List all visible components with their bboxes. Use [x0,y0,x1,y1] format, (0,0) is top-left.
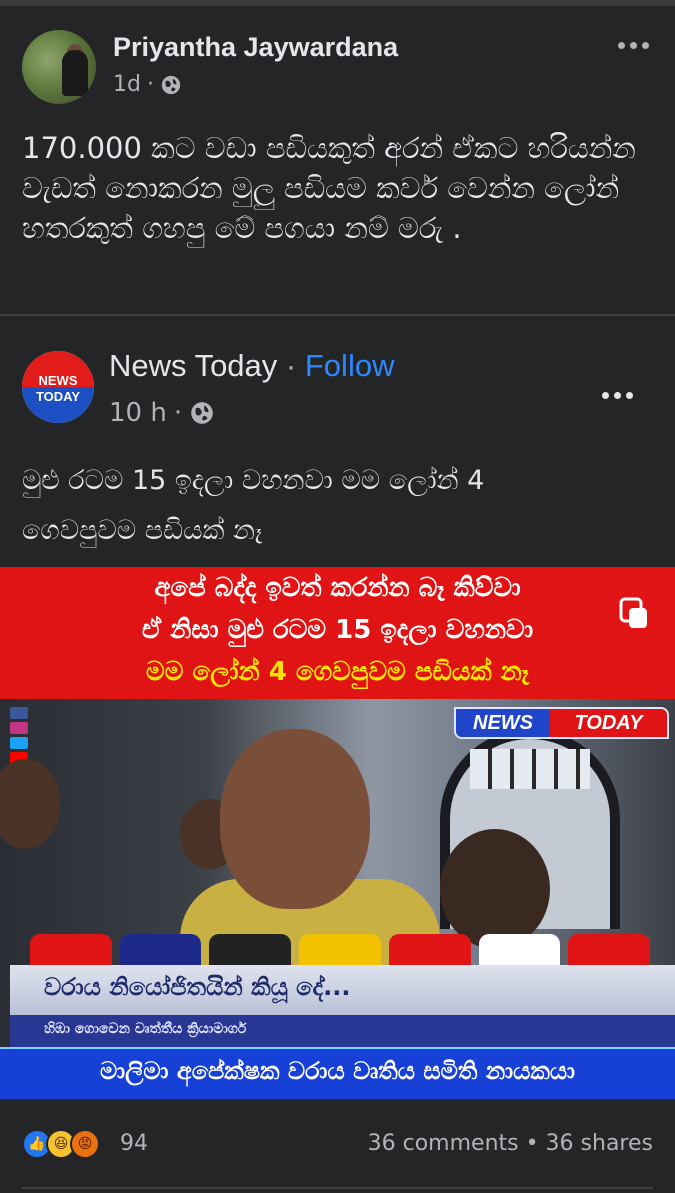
post-header: Priyantha Jaywardana 1d · [22,30,653,106]
copy-icon [619,597,647,628]
channel-logo-news: NEWS [456,709,550,737]
lower-third-caption-text: මාලිමා අපේක්ෂක වරාය වෘතිය සමිති නායකයා [99,1057,576,1085]
post-text: 170.000 කට වඩා පඩියකුත් අරන් ඒකට හරියන්න… [22,131,636,245]
reactions-bar: 👍 😆 😡 94 36 comments • 36 shares [22,1127,653,1163]
post-meta: 1d · [113,72,182,97]
reaction-count[interactable]: 94 [120,1131,148,1156]
image-banner: අපේ බද්ද ඉවත් කරන්න බෑ කිව්වා ඒ නිසා මුළ… [0,567,675,699]
lower-third-subtitle-text: හිඹා ගොවෙන වෘත්තීය ක්‍රියාමාර්ග [44,1021,247,1037]
shared-text-line: ගෙවපුවම පඩියක් නෑ [22,515,263,546]
channel-logo: NEWS TODAY [454,707,669,739]
lower-third-title-text: වරාය නියෝජිතයින් කියූ දේ... [44,973,351,1001]
page-logo[interactable]: NEWS TODAY [22,351,94,423]
post-more-button[interactable] [613,34,653,56]
lower-third-subtitle: හිඹා ගොවෙන වෘත්තීය ක්‍රියාමාර්ග [10,1015,675,1047]
globe-icon [191,402,213,424]
shared-text: මුළු රටම 15 ඉදලා වහනවා මම ලෝන් 4 ගෙවපුවම… [22,456,662,556]
name-separator: · [285,348,297,383]
logo-news-text: NEWS [38,373,78,388]
reaction-icons[interactable]: 👍 😆 😡 [22,1129,100,1159]
channel-logo-today: TODAY [550,709,667,737]
top-divider [0,0,675,6]
shared-meta: 10 h · [109,398,215,428]
banner-line: අපේ බද්ද ඉවත් කරන්න බෑ කිව්වා [154,573,521,603]
follow-button[interactable]: Follow [305,348,395,383]
shared-meta-separator: · [173,398,183,428]
more-icon [617,41,625,49]
page-name[interactable]: News Today [109,348,277,383]
logo-today-text: TODAY [35,389,81,404]
more-icon [601,391,609,399]
meta-separator: · [146,72,154,97]
banner-line: ඒ නිසා මුළු රටම 15 ඉදලා වහනවා [141,615,534,645]
post-image[interactable]: අපේ බද්ද ඉවත් කරන්න බෑ කිව්වා ඒ නිසා මුළ… [0,567,675,1099]
angry-reaction-icon: 😡 [70,1129,100,1159]
post-time[interactable]: 1d [113,72,141,97]
banner-line: මම ලෝන් 4 ගෙවපුවම පඩියක් නෑ [146,657,529,687]
image-scene: NEWS TODAY වරාය නියෝජිතයින් කියූ දේ... හ… [0,699,675,1099]
shared-text-line: මුළු රටම 15 ඉදලා වහනවා මම ලෝන් 4 [22,465,485,496]
shared-more-button[interactable] [597,384,637,406]
bottom-divider [22,1187,653,1189]
lower-third-caption: මාලිමා අපේක්ෂක වරාය වෘතිය සමිති නායකයා [0,1047,675,1099]
social-icons [10,707,30,767]
page-name-line: News Today · Follow [109,348,394,384]
globe-icon [161,75,181,94]
author-avatar[interactable] [22,30,96,104]
shared-post: NEWS TODAY News Today · Follow 10 h · මු… [0,316,675,1193]
lower-third-title: වරාය නියෝජිතයින් කියූ දේ... [10,965,675,1015]
speaker-figure [180,729,440,989]
shared-time[interactable]: 10 h [109,398,167,428]
author-name[interactable]: Priyantha Jaywardana [113,32,398,63]
comments-shares[interactable]: 36 comments • 36 shares [368,1131,653,1156]
